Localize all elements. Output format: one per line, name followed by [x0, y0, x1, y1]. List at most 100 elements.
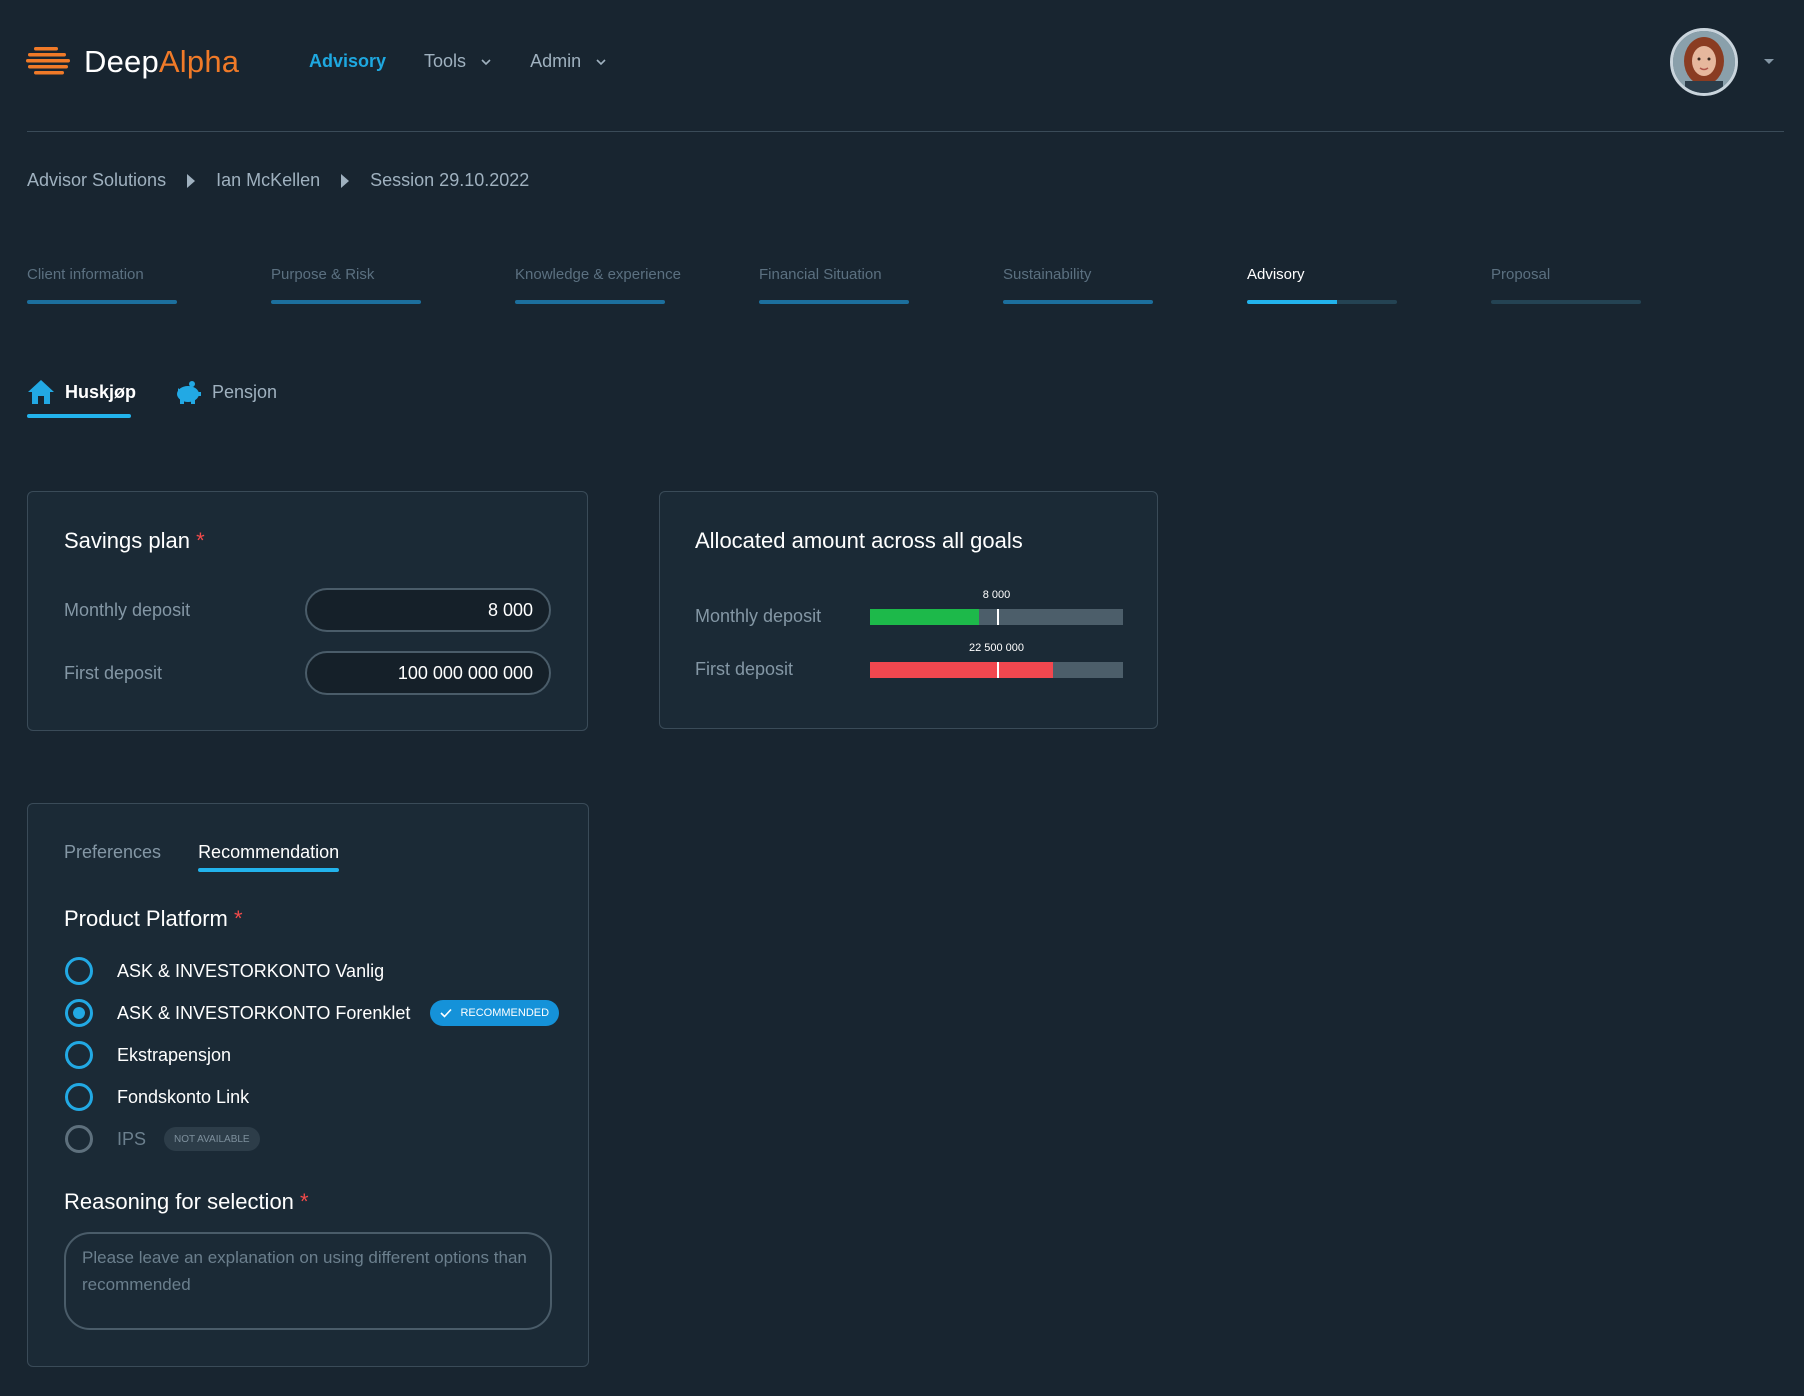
- tab-preferences[interactable]: Preferences: [64, 842, 161, 863]
- step-knowledge-experience[interactable]: Knowledge & experience: [515, 266, 759, 306]
- reasoning-textarea[interactable]: [64, 1232, 552, 1330]
- tab-recommendation[interactable]: Recommendation: [198, 842, 340, 872]
- step-progress-bar: [1003, 300, 1153, 304]
- option-label: ASK & INVESTORKONTO Forenklet: [117, 1002, 411, 1023]
- alloc-monthly-bar: 8 000: [870, 589, 1123, 625]
- step-label: Knowledge & experience: [515, 266, 681, 283]
- step-purpose-risk[interactable]: Purpose & Risk: [271, 266, 515, 306]
- step-label: Client information: [27, 266, 144, 283]
- step-progress-bar: [515, 300, 665, 304]
- logo-text-alpha: Alpha: [158, 44, 240, 79]
- savings-plan-title: Savings plan *: [64, 528, 205, 554]
- radio-button[interactable]: [65, 957, 93, 985]
- step-advisory[interactable]: Advisory: [1247, 266, 1491, 306]
- deepalpha-logo[interactable]: DeepAlpha: [26, 44, 239, 80]
- step-proposal[interactable]: Proposal: [1491, 266, 1735, 306]
- nav-admin-label: Admin: [530, 51, 582, 71]
- alloc-first-row: First deposit 22 500 000: [695, 642, 1123, 680]
- nav-admin[interactable]: Admin: [530, 51, 607, 72]
- step-label: Purpose & Risk: [271, 266, 375, 283]
- radio-button-checked[interactable]: [65, 999, 93, 1027]
- option-label: IPS: [117, 1128, 147, 1149]
- step-progress-bar: [759, 300, 909, 304]
- recommended-badge-label: RECOMMENDED: [460, 1007, 550, 1019]
- option-ekstrapensjon[interactable]: Ekstrapensjon: [65, 1034, 559, 1076]
- alloc-monthly-marker: [996, 608, 999, 625]
- step-label: Financial Situation: [759, 266, 882, 283]
- not-available-badge: NOT AVAILABLE: [164, 1127, 260, 1151]
- monthly-deposit-row: Monthly deposit: [64, 588, 551, 632]
- alloc-first-value: 22 500 000: [968, 641, 1025, 654]
- piggy-bank-icon: [177, 381, 202, 404]
- alloc-monthly-fill: [870, 608, 979, 625]
- nav-advisory-label: Advisory: [309, 51, 387, 71]
- active-tab-underline: [198, 868, 340, 872]
- step-progress-fill: [1247, 300, 1337, 304]
- step-progress-bar: [1491, 300, 1641, 304]
- house-icon: [28, 380, 54, 404]
- required-asterisk: *: [196, 528, 205, 553]
- required-asterisk: *: [300, 1189, 309, 1214]
- option-ask-vanlig[interactable]: ASK & INVESTORKONTO Vanlig: [65, 950, 559, 992]
- breadcrumb-advisor-solutions[interactable]: Advisor Solutions: [27, 170, 166, 191]
- reasoning-title: Reasoning for selection *: [64, 1189, 309, 1215]
- step-progress-bar: [1247, 300, 1397, 304]
- tab-pensjon[interactable]: Pensjon: [174, 376, 277, 408]
- chevron-down-icon: [596, 58, 606, 65]
- savings-plan-title-text: Savings plan: [64, 528, 190, 553]
- allocated-amount-title: Allocated amount across all goals: [695, 528, 1023, 553]
- active-tab-underline: [27, 414, 131, 418]
- breadcrumb-client[interactable]: Ian McKellen: [216, 170, 320, 191]
- savings-plan-card: Savings plan * Monthly deposit First dep…: [27, 491, 588, 731]
- allocated-amount-card: Allocated amount across all goals Monthl…: [659, 491, 1158, 729]
- radio-button-disabled: [65, 1125, 93, 1153]
- alloc-first-marker: [996, 661, 999, 678]
- recommendation-card: Preferences Recommendation Product Platf…: [27, 803, 589, 1367]
- check-icon: [440, 1008, 453, 1018]
- alloc-first-fill: [870, 661, 1054, 678]
- logo-stripes-icon: [26, 47, 70, 75]
- alloc-monthly-label: Monthly deposit: [695, 606, 822, 626]
- triangle-right-icon: [187, 173, 196, 188]
- step-label: Advisory: [1247, 266, 1305, 283]
- triangle-right-icon: [341, 173, 350, 188]
- reco-sub-tabs: Preferences Recommendation: [64, 842, 376, 872]
- option-label: Fondskonto Link: [117, 1086, 250, 1107]
- monthly-deposit-label: Monthly deposit: [64, 599, 191, 620]
- product-platform-title: Product Platform *: [64, 906, 243, 932]
- alloc-first-label: First deposit: [695, 659, 794, 679]
- product-platform-title-text: Product Platform: [64, 906, 228, 931]
- goal-tabs: Huskjøp Pensjon: [27, 376, 315, 418]
- step-financial-situation[interactable]: Financial Situation: [759, 266, 1003, 306]
- option-label: Ekstrapensjon: [117, 1044, 232, 1065]
- step-client-information[interactable]: Client information: [27, 266, 271, 306]
- tab-huskjop[interactable]: Huskjøp: [27, 376, 136, 418]
- logo-text-deep: Deep: [84, 44, 159, 79]
- step-progress-bar: [271, 300, 421, 304]
- user-avatar[interactable]: [1670, 28, 1738, 96]
- product-platform-options: ASK & INVESTORKONTO Vanlig ASK & INVESTO…: [65, 950, 560, 1160]
- nav-tools[interactable]: Tools: [424, 51, 492, 72]
- reasoning-title-text: Reasoning for selection: [64, 1189, 294, 1214]
- option-ips: IPS NOT AVAILABLE: [65, 1118, 559, 1160]
- tab-recommendation-label: Recommendation: [198, 842, 340, 862]
- caret-down-icon[interactable]: [1762, 56, 1776, 66]
- tab-pensjon-label: Pensjon: [212, 381, 278, 402]
- option-fondskonto-link[interactable]: Fondskonto Link: [65, 1076, 559, 1118]
- first-deposit-input[interactable]: [305, 651, 551, 695]
- first-deposit-label: First deposit: [64, 662, 163, 683]
- option-ask-forenklet[interactable]: ASK & INVESTORKONTO Forenklet RECOMMENDE…: [65, 992, 560, 1034]
- alloc-monthly-row: Monthly deposit 8 000: [695, 589, 1123, 627]
- first-deposit-row: First deposit: [64, 651, 551, 695]
- step-sustainability[interactable]: Sustainability: [1003, 266, 1247, 306]
- radio-button[interactable]: [65, 1083, 93, 1111]
- step-label: Proposal: [1491, 266, 1551, 283]
- nav-advisory[interactable]: Advisory: [309, 51, 386, 72]
- avatar-portrait-icon: [1673, 31, 1735, 93]
- monthly-deposit-input[interactable]: [305, 588, 551, 632]
- step-label: Sustainability: [1003, 266, 1092, 283]
- option-label: ASK & INVESTORKONTO Vanlig: [117, 960, 385, 981]
- radio-button[interactable]: [65, 1041, 93, 1069]
- nav-tools-label: Tools: [424, 51, 467, 71]
- breadcrumb-session[interactable]: Session 29.10.2022: [370, 170, 529, 191]
